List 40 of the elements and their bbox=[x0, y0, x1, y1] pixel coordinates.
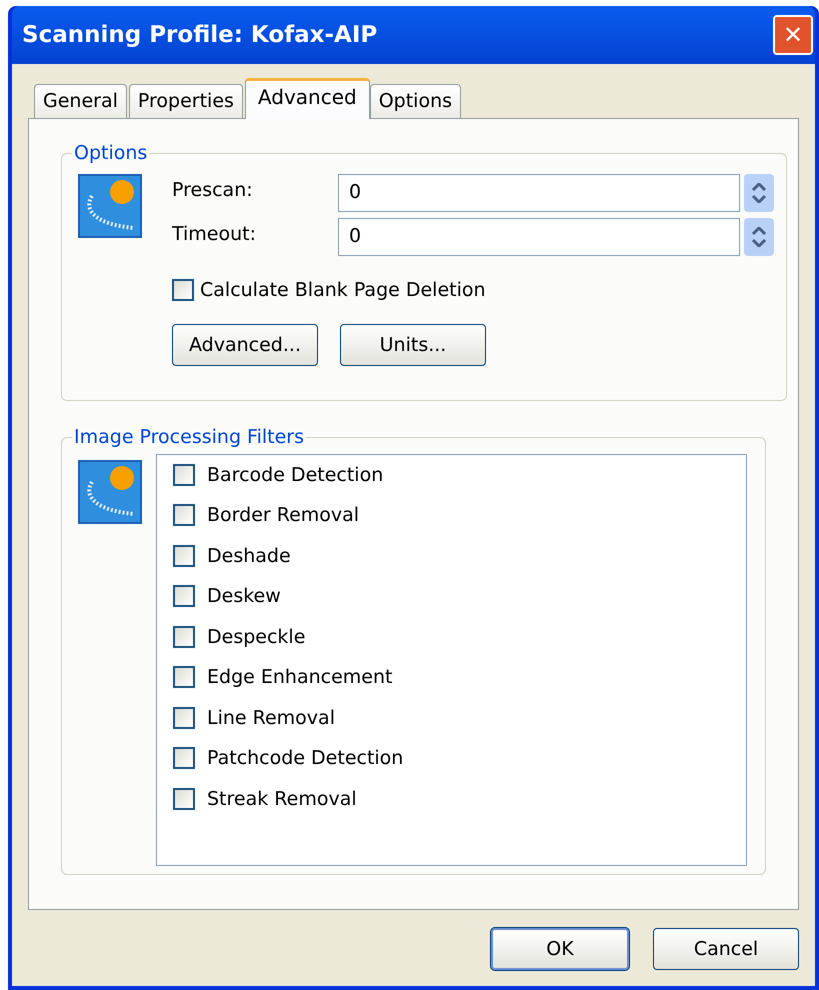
checkbox[interactable] bbox=[173, 788, 195, 810]
checkbox[interactable] bbox=[173, 666, 195, 688]
field-label: Timeout: bbox=[172, 222, 258, 246]
filter-label: Patchcode Detection bbox=[207, 746, 404, 771]
checkbox[interactable] bbox=[173, 585, 195, 608]
checkbox[interactable] bbox=[173, 626, 195, 648]
tab[interactable]: General bbox=[34, 84, 127, 118]
filter-label: Deskew bbox=[207, 584, 281, 609]
checkbox-label: Calculate Blank Page Deletion bbox=[200, 278, 486, 302]
checkbox[interactable] bbox=[173, 544, 195, 567]
dialog-button[interactable]: OK bbox=[491, 928, 629, 970]
number-field[interactable]: 0 bbox=[338, 174, 740, 212]
checkbox[interactable] bbox=[173, 504, 195, 526]
orb-icon bbox=[78, 174, 142, 238]
tab[interactable]: Properties bbox=[128, 84, 243, 118]
filter-label: Line Removal bbox=[207, 706, 335, 730]
filter-label: Edge Enhancement bbox=[207, 665, 392, 690]
filter-label: Despeckle bbox=[207, 624, 306, 650]
filter-label: Barcode Detection bbox=[207, 462, 384, 488]
dialog-button[interactable]: Cancel bbox=[653, 928, 799, 970]
window-title: Scanning Profile: Kofax-AIP bbox=[22, 20, 378, 50]
spinner-buttons[interactable] bbox=[744, 174, 774, 212]
orb-icon bbox=[78, 460, 142, 524]
filter-label: Streak Removal bbox=[207, 786, 357, 812]
checkbox[interactable] bbox=[172, 278, 194, 301]
group-title: Image Processing Filters bbox=[73, 425, 305, 450]
field-label: Prescan: bbox=[172, 178, 254, 202]
checkbox[interactable] bbox=[173, 464, 195, 486]
number-field[interactable]: 0 bbox=[338, 218, 740, 256]
dialog-button[interactable]: Advanced... bbox=[172, 324, 318, 366]
tab[interactable]: Options bbox=[370, 84, 462, 118]
filter-label: Deshade bbox=[207, 544, 291, 568]
filter-label: Border Removal bbox=[207, 503, 360, 528]
group-title: Options bbox=[73, 141, 148, 166]
dialog-button[interactable]: Units... bbox=[340, 324, 486, 366]
tab[interactable]: Advanced bbox=[244, 78, 370, 119]
checkbox[interactable] bbox=[173, 706, 195, 729]
close-button[interactable]: ✕ bbox=[773, 15, 813, 55]
spinner-buttons[interactable] bbox=[744, 218, 774, 256]
checkbox[interactable] bbox=[173, 747, 195, 770]
